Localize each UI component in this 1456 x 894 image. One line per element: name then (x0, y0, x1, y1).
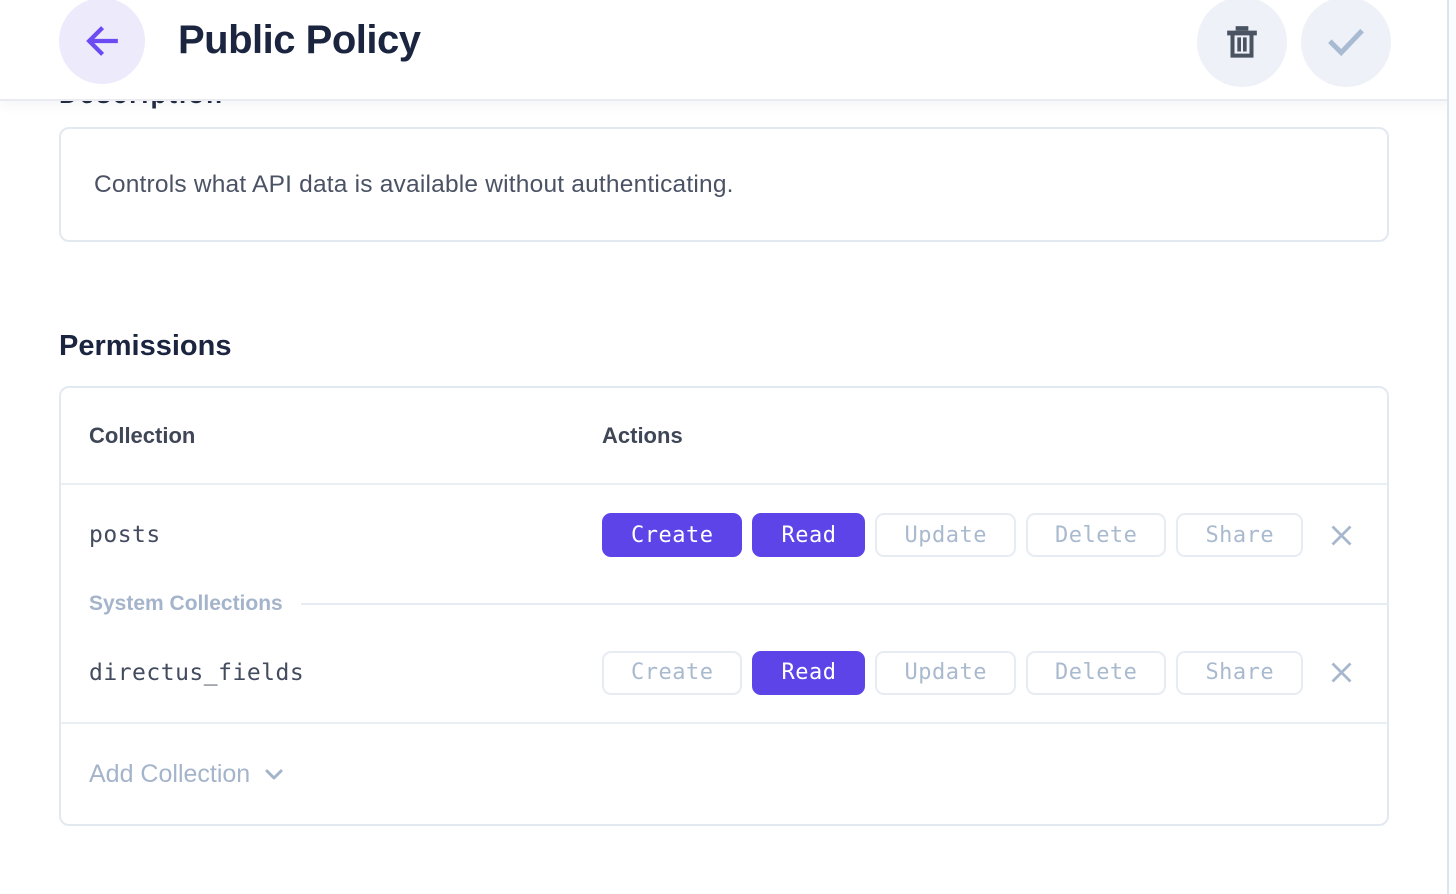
action-update-button[interactable]: Update (875, 651, 1015, 695)
add-collection-button[interactable]: Add Collection (61, 722, 1387, 824)
action-share-button[interactable]: Share (1176, 513, 1303, 557)
permissions-table-header: Collection Actions (61, 388, 1387, 485)
scrollbar-track-line[interactable] (1447, 0, 1449, 894)
action-delete-button[interactable]: Delete (1026, 651, 1166, 695)
collection-name: posts (89, 522, 161, 548)
close-x-icon (1328, 659, 1355, 686)
trash-icon (1222, 22, 1262, 62)
remove-row-button[interactable] (1321, 515, 1361, 555)
actions-group: Create Read Update Delete Share (602, 651, 1303, 695)
check-icon (1323, 19, 1369, 65)
system-collections-label: System Collections (89, 592, 283, 616)
add-collection-label: Add Collection (89, 760, 250, 789)
chevron-down-icon (262, 762, 286, 786)
right-gutter (1449, 0, 1456, 894)
action-update-button[interactable]: Update (875, 513, 1015, 557)
action-delete-button[interactable]: Delete (1026, 513, 1166, 557)
divider-line (301, 603, 1387, 605)
delete-policy-button[interactable] (1197, 0, 1287, 87)
back-button[interactable] (59, 0, 145, 84)
policy-editor-page: Description Controls what API data is av… (0, 0, 1456, 894)
description-input[interactable]: Controls what API data is available with… (59, 127, 1389, 242)
table-row-directus-fields: directus_fields Create Read Update Delet… (61, 623, 1387, 722)
permissions-heading: Permissions (59, 330, 231, 363)
action-create-button[interactable]: Create (602, 513, 742, 557)
page-header: Public Policy (0, 0, 1456, 101)
remove-row-button[interactable] (1321, 653, 1361, 693)
actions-group: Create Read Update Delete Share (602, 513, 1303, 557)
page-title: Public Policy (178, 18, 420, 63)
description-value: Controls what API data is available with… (94, 171, 734, 199)
system-collections-divider: System Collections (61, 585, 1387, 623)
table-row-posts: posts Create Read Update Delete Share (61, 485, 1387, 585)
save-button[interactable] (1301, 0, 1391, 87)
close-x-icon (1328, 522, 1355, 549)
action-read-button[interactable]: Read (752, 651, 865, 695)
column-header-actions: Actions (602, 423, 683, 449)
action-read-button[interactable]: Read (752, 513, 865, 557)
action-create-button[interactable]: Create (602, 651, 742, 695)
action-share-button[interactable]: Share (1176, 651, 1303, 695)
column-header-collection: Collection (89, 423, 195, 449)
permissions-table: Collection Actions posts Create Read Upd… (59, 386, 1389, 826)
collection-name: directus_fields (89, 660, 304, 686)
arrow-left-icon (80, 19, 124, 63)
